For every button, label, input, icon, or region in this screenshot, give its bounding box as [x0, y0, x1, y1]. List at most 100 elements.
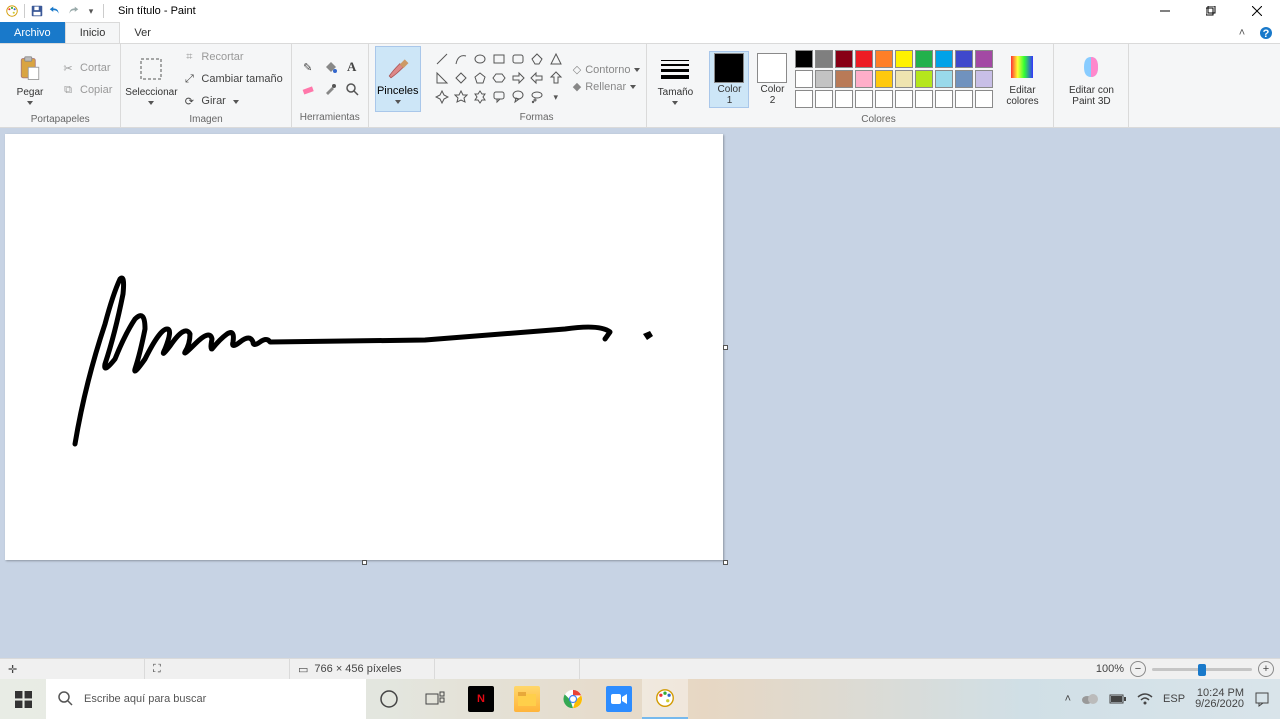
battery-icon[interactable] [1109, 693, 1127, 705]
size-button[interactable]: Tamaño [653, 46, 697, 112]
brushes-button[interactable]: Pinceles [375, 46, 421, 112]
color-swatch[interactable] [975, 70, 993, 88]
shape-arrow-up[interactable] [547, 69, 565, 87]
color-swatch[interactable] [895, 70, 913, 88]
taskbar-app-chrome[interactable] [550, 679, 596, 719]
color-swatch[interactable] [835, 90, 853, 108]
language-indicator[interactable]: ESP [1163, 693, 1185, 705]
color-swatch[interactable] [815, 70, 833, 88]
tab-view[interactable]: Ver [120, 22, 165, 43]
zoom-out-button[interactable]: − [1130, 661, 1146, 677]
color-swatch[interactable] [795, 90, 813, 108]
shape-triangle[interactable] [547, 50, 565, 68]
color-swatch[interactable] [855, 90, 873, 108]
color-swatch[interactable] [835, 70, 853, 88]
shape-fill-button[interactable]: ◆Rellenar [573, 80, 641, 93]
zoom-slider[interactable] [1152, 668, 1252, 671]
shape-polygon[interactable] [528, 50, 546, 68]
shape-arrow-left[interactable] [528, 69, 546, 87]
resize-button[interactable]: ⤢Cambiar tamaño [179, 69, 284, 89]
paint3d-button[interactable]: Editar con Paint 3D [1060, 46, 1122, 112]
color2-button[interactable]: Color 2 [753, 52, 791, 107]
color-swatch[interactable] [935, 70, 953, 88]
workspace[interactable] [0, 128, 1280, 659]
shape-pentagon[interactable] [471, 69, 489, 87]
tray-chevron-icon[interactable]: ˄ [1065, 693, 1071, 705]
tray-clock[interactable]: 10:24 PM 9/26/2020 [1195, 688, 1244, 710]
color-swatch[interactable] [915, 90, 933, 108]
shape-callout-cloud[interactable] [528, 88, 546, 106]
magnifier-tool[interactable] [342, 79, 362, 99]
color-swatch[interactable] [915, 50, 933, 68]
task-view-button[interactable] [412, 679, 458, 719]
crop-button[interactable]: ⌗Recortar [179, 47, 284, 67]
color-swatch[interactable] [975, 50, 993, 68]
qat-customize-icon[interactable]: ▾ [83, 3, 99, 19]
color1-button[interactable]: Color 1 [709, 51, 749, 108]
text-tool[interactable]: A [342, 57, 362, 77]
color-swatch[interactable] [875, 70, 893, 88]
color-swatch[interactable] [895, 50, 913, 68]
notifications-icon[interactable] [1254, 691, 1270, 707]
undo-icon[interactable] [47, 3, 63, 19]
shape-arrow-right[interactable] [509, 69, 527, 87]
minimize-button[interactable] [1142, 0, 1188, 22]
zoom-in-button[interactable]: + [1258, 661, 1274, 677]
copy-button[interactable]: ⧉Copiar [58, 80, 114, 100]
taskbar-app-zoom[interactable] [596, 679, 642, 719]
shape-oval[interactable] [471, 50, 489, 68]
paste-button[interactable]: Pegar [6, 46, 54, 112]
wifi-icon[interactable] [1137, 693, 1153, 705]
shape-rect[interactable] [490, 50, 508, 68]
shape-outline-button[interactable]: ◇Contorno [573, 63, 641, 76]
picker-tool[interactable] [320, 79, 340, 99]
taskbar-app-explorer[interactable] [504, 679, 550, 719]
canvas[interactable] [5, 134, 723, 560]
eraser-tool[interactable] [298, 79, 318, 99]
shape-diamond[interactable] [452, 69, 470, 87]
cut-button[interactable]: ✂Cortar [58, 58, 114, 78]
shape-callout-round[interactable] [509, 88, 527, 106]
shape-rtriangle[interactable] [433, 69, 451, 87]
shape-star4[interactable] [433, 88, 451, 106]
color-swatch[interactable] [875, 90, 893, 108]
color-swatch[interactable] [875, 50, 893, 68]
edit-colors-button[interactable]: Editar colores [997, 46, 1047, 112]
start-button[interactable] [0, 679, 46, 719]
shape-hexagon[interactable] [490, 69, 508, 87]
rotate-button[interactable]: ⟳Girar [179, 91, 284, 111]
onedrive-icon[interactable] [1081, 693, 1099, 705]
shapes-gallery[interactable]: ▾ [433, 50, 565, 106]
color-swatch[interactable] [955, 90, 973, 108]
fill-tool[interactable] [320, 57, 340, 77]
tab-file[interactable]: Archivo [0, 22, 65, 43]
select-button[interactable]: Seleccionar [127, 46, 175, 112]
color-swatch[interactable] [915, 70, 933, 88]
color-swatch[interactable] [935, 90, 953, 108]
color-swatch[interactable] [855, 50, 873, 68]
maximize-button[interactable] [1188, 0, 1234, 22]
color-swatch[interactable] [895, 90, 913, 108]
color-swatch[interactable] [975, 90, 993, 108]
close-button[interactable] [1234, 0, 1280, 22]
color-swatch[interactable] [835, 50, 853, 68]
shape-star5[interactable] [452, 88, 470, 106]
redo-icon[interactable] [65, 3, 81, 19]
shape-roundrect[interactable] [509, 50, 527, 68]
color-swatch[interactable] [795, 70, 813, 88]
taskbar-app-paint[interactable] [642, 679, 688, 719]
taskbar-app-netflix[interactable]: N [458, 679, 504, 719]
search-box[interactable]: Escribe aquí para buscar [46, 679, 366, 719]
tab-home[interactable]: Inicio [65, 22, 121, 43]
shape-star6[interactable] [471, 88, 489, 106]
save-icon[interactable] [29, 3, 45, 19]
help-icon[interactable]: ? [1258, 25, 1274, 41]
color-swatch[interactable] [955, 50, 973, 68]
color-swatch[interactable] [815, 90, 833, 108]
collapse-ribbon-icon[interactable]: ˄ [1234, 25, 1250, 41]
shape-line[interactable] [433, 50, 451, 68]
pencil-tool[interactable]: ✎ [298, 57, 318, 77]
color-swatch[interactable] [795, 50, 813, 68]
color-swatch[interactable] [955, 70, 973, 88]
color-swatch[interactable] [935, 50, 953, 68]
